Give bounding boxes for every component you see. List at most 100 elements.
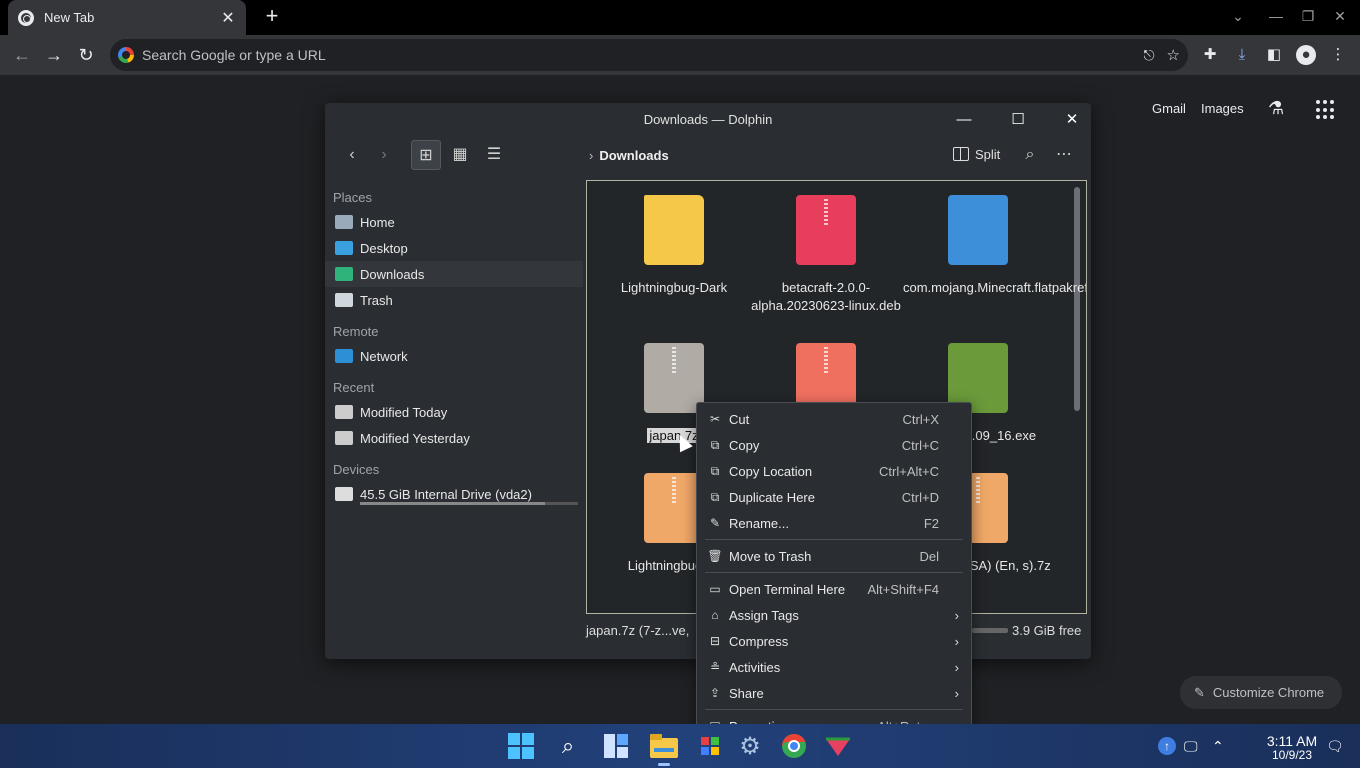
menu-item-compress[interactable]: ⊟ Compress › xyxy=(697,628,971,654)
place-modified-yesterday[interactable]: Modified Yesterday xyxy=(325,425,583,451)
chrome-taskbar-icon[interactable] xyxy=(776,730,812,762)
folder-icon xyxy=(644,195,704,265)
breadcrumb-chevron-icon: › xyxy=(589,148,594,163)
menu-label: Activities xyxy=(729,659,781,675)
icons-view-icon[interactable]: ⊞ xyxy=(411,140,441,170)
customize-chrome-button[interactable]: ✎ Customize Chrome xyxy=(1180,676,1342,709)
side-panel-icon[interactable]: ◧ xyxy=(1264,45,1284,65)
profile-avatar-icon[interactable]: ● xyxy=(1296,45,1316,65)
labs-flask-icon[interactable]: ⚗ xyxy=(1268,98,1284,119)
menu-item-share[interactable]: ⇪ Share › xyxy=(697,680,971,706)
share-icon[interactable]: ⎋ xyxy=(1143,47,1154,64)
reload-button[interactable]: ↻ xyxy=(74,43,98,67)
menu-label: Cut xyxy=(729,411,750,427)
place-internal-drive[interactable]: 45.5 GiB Internal Drive (vda2) xyxy=(325,481,583,507)
breadcrumb-downloads: Downloads xyxy=(599,148,669,163)
notifications-icon[interactable]: 🗨 xyxy=(1326,738,1344,755)
images-link[interactable]: Images xyxy=(1201,101,1244,116)
file-name: Lightningbug-Dark xyxy=(620,280,728,295)
menu-item-activities[interactable]: ≗ Activities › xyxy=(697,654,971,680)
app-icon[interactable] xyxy=(692,730,728,762)
menu-item-duplicate-here[interactable]: ⧉ Duplicate Here Ctrl+D xyxy=(697,484,971,510)
desktop-folder-icon xyxy=(335,241,353,255)
new-tab-button[interactable]: + xyxy=(260,5,284,29)
widgets-icon[interactable] xyxy=(598,730,634,762)
devices-heading: Devices xyxy=(333,462,380,477)
windows-logo-icon xyxy=(508,733,534,759)
breadcrumb[interactable]: › Downloads xyxy=(589,148,669,163)
submenu-arrow-icon: › xyxy=(954,607,959,623)
watermelon-app-icon[interactable] xyxy=(820,730,856,762)
file-item[interactable]: betacraft-2.0.0-alpha.20230623-linux.deb xyxy=(751,195,901,315)
file-name: com.mojang.Minecraft.flatpakref xyxy=(903,280,1087,295)
free-space-bar xyxy=(972,628,1008,633)
search-taskbar-icon[interactable]: ⌕ xyxy=(550,730,586,762)
place-network[interactable]: Network xyxy=(325,343,583,369)
archive-icon xyxy=(644,343,704,413)
menu-label: Share xyxy=(729,685,764,701)
start-button[interactable] xyxy=(503,730,539,762)
menu-label: Copy Location xyxy=(729,463,813,479)
dolphin-titlebar[interactable]: Downloads — Dolphin — ☐ ✕ xyxy=(325,103,1091,137)
tab-new-tab[interactable]: New Tab ✕ xyxy=(8,0,246,35)
place-downloads[interactable]: Downloads xyxy=(325,261,583,287)
search-icon[interactable]: ⌕ xyxy=(1015,140,1045,170)
forward-button[interactable]: → xyxy=(42,43,66,67)
file-item[interactable]: com.mojang.Minecraft.flatpakref xyxy=(903,195,1087,297)
place-desktop[interactable]: Desktop xyxy=(325,235,583,261)
more-options-icon[interactable]: ⋯ xyxy=(1049,140,1079,170)
scrollbar[interactable] xyxy=(1074,187,1080,411)
menu-label: Compress xyxy=(729,633,789,649)
google-apps-icon[interactable] xyxy=(1316,100,1336,120)
menu-item-open-terminal[interactable]: ▭ Open Terminal Here Alt+Shift+F4 xyxy=(697,576,971,602)
settings-gear-icon[interactable]: ⚙ xyxy=(732,730,768,762)
tab-search-chevron-icon[interactable]: ⌄ xyxy=(1228,8,1248,25)
menu-shortcut: Ctrl+D xyxy=(901,489,939,505)
bookmark-star-icon[interactable]: ☆ xyxy=(1167,46,1180,64)
file-explorer-icon[interactable] xyxy=(646,730,682,766)
chrome-toolbar: ← → ↻ Search Google or type a URL ⎋ ☆ ✚ … xyxy=(0,35,1360,75)
omnibox[interactable]: Search Google or type a URL ⎋ ☆ xyxy=(110,39,1188,71)
close-window-icon[interactable]: ✕ xyxy=(1330,8,1350,25)
menu-item-move-to-trash[interactable]: 🗑 Move to Trash Del xyxy=(697,543,971,569)
minimize-icon[interactable]: — xyxy=(1266,8,1286,24)
status-free-space: 3.9 GiB free xyxy=(1012,623,1082,638)
update-tray-icon[interactable]: ↑ xyxy=(1158,737,1176,755)
restore-icon[interactable]: ❐ xyxy=(1298,8,1318,25)
go-back-icon[interactable]: ‹ xyxy=(337,140,367,170)
close-tab-icon[interactable]: ✕ xyxy=(220,8,236,28)
details-view-icon[interactable]: ☰ xyxy=(479,140,509,170)
dolphin-close-icon[interactable]: ✕ xyxy=(1061,109,1083,131)
dolphin-minimize-icon[interactable]: — xyxy=(953,109,975,131)
dolphin-maximize-icon[interactable]: ☐ xyxy=(1007,109,1029,131)
place-home[interactable]: Home xyxy=(325,209,583,235)
menu-item-copy[interactable]: ⧉ Copy Ctrl+C xyxy=(697,432,971,458)
split-button[interactable]: Split xyxy=(953,147,1000,162)
place-trash[interactable]: Trash xyxy=(325,287,583,313)
menu-label: Open Terminal Here xyxy=(729,581,846,597)
menu-label: Copy xyxy=(729,437,760,453)
taskbar-clock[interactable]: 3:11 AM 10/9/23 xyxy=(1262,734,1322,762)
menu-separator xyxy=(705,709,963,710)
menu-shortcut: Ctrl+C xyxy=(901,437,939,453)
downloads-icon[interactable]: ⤓ xyxy=(1232,45,1252,65)
tray-overflow-chevron-icon[interactable]: ⌃ xyxy=(1212,738,1224,755)
file-item[interactable]: Lightningbug-Dark xyxy=(599,195,749,297)
chrome-menu-icon[interactable]: ⋮ xyxy=(1328,45,1348,65)
gmail-link[interactable]: Gmail xyxy=(1152,101,1186,116)
extensions-icon[interactable]: ✚ xyxy=(1200,45,1220,65)
place-modified-today[interactable]: Modified Today xyxy=(325,399,583,425)
go-forward-icon[interactable]: › xyxy=(369,140,399,170)
file-name: betacraft-2.0.0-alpha.20230623-linux.deb xyxy=(751,280,901,313)
network-icon xyxy=(335,349,353,363)
menu-item-copy-location[interactable]: ⧉ Copy Location Ctrl+Alt+C xyxy=(697,458,971,484)
menu-item-assign-tags[interactable]: ⌂ Assign Tags › xyxy=(697,602,971,628)
menu-item-cut[interactable]: ✂ Cut Ctrl+X xyxy=(697,406,971,432)
compact-view-icon[interactable]: ▦ xyxy=(445,140,475,170)
menu-shortcut: Ctrl+X xyxy=(902,411,939,427)
menu-shortcut: Ctrl+Alt+C xyxy=(879,463,939,479)
display-tray-icon[interactable]: 🖵 xyxy=(1184,738,1198,755)
back-button[interactable]: ← xyxy=(10,43,34,67)
archive-icon xyxy=(644,473,704,543)
menu-item-rename[interactable]: ✎ Rename... F2 xyxy=(697,510,971,536)
